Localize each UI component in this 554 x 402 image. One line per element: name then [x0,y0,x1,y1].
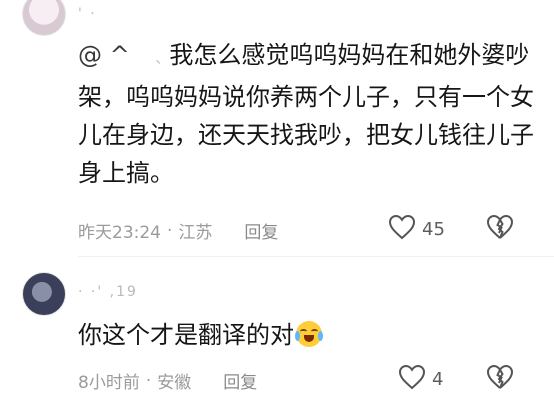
timestamp: 8小时前 [78,373,140,393]
like-count: 4 [432,369,444,390]
heart-icon[interactable] [388,214,416,245]
comment-text: 你这个才是翻译的对 [78,316,538,354]
like-button[interactable]: 4 [398,364,443,395]
broken-heart-icon[interactable] [486,214,514,244]
dislike-button[interactable] [486,214,514,244]
reply-button[interactable]: 回复 [244,218,278,243]
meta-separator: · [167,220,173,241]
comment-text: @ ^ 、我怎么感觉呜呜妈妈在和她外婆吵架，呜呜妈妈说你养两个儿子，只有一个女儿… [78,36,538,192]
comment-divider [78,256,554,257]
comment-meta: 8小时前 · 安徽 回复 [78,368,257,394]
comment-meta: 昨天23:24 · 江苏 回复 [78,218,278,244]
avatar[interactable] [22,0,66,36]
like-count: 45 [422,219,445,240]
avatar[interactable] [22,272,66,316]
comment-body: 你这个才是翻译的对 [78,321,294,349]
crying-laughing-emoji [295,321,323,347]
dislike-button[interactable] [486,364,514,394]
meta-separator: · [145,370,152,391]
timestamp: 昨天23:24 [78,223,161,243]
location: 安徽 [157,373,192,393]
username[interactable]: ' · [78,6,97,22]
broken-heart-icon[interactable] [486,364,514,394]
username[interactable]: · ·' ,19 [78,284,138,300]
reply-button[interactable]: 回复 [223,368,257,393]
mention[interactable]: @ ^ 、 [78,41,169,69]
heart-icon[interactable] [398,364,426,395]
location: 江苏 [178,223,213,243]
like-button[interactable]: 45 [388,214,445,245]
